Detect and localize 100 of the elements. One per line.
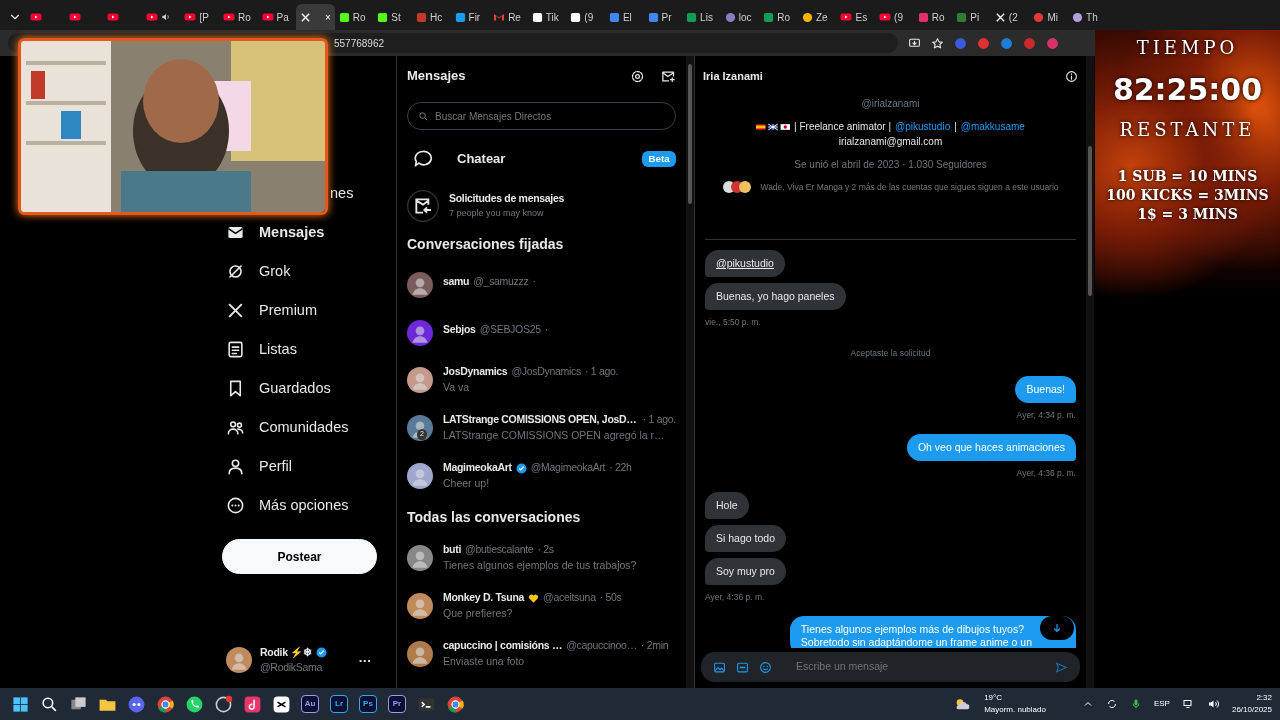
app-tile[interactable]: Au: [301, 695, 319, 713]
search-icon[interactable]: [39, 694, 59, 714]
contact-name: JosDynamics: [443, 364, 508, 380]
browser-tab[interactable]: (9: [566, 4, 605, 30]
editor-icon[interactable]: [271, 694, 291, 714]
browser-tab[interactable]: Pi: [952, 4, 991, 30]
browser-tab[interactable]: Pr: [643, 4, 683, 30]
browser-tab[interactable]: Fir: [450, 4, 490, 30]
composer-bar[interactable]: Escribe un mensaje: [701, 652, 1080, 682]
message-preview: Cheer up!: [443, 476, 491, 491]
nav-item[interactable]: Listas: [200, 330, 396, 369]
browser-tab[interactable]: Ro: [759, 4, 798, 30]
browser-tab[interactable]: ×: [296, 4, 335, 30]
message-input[interactable]: Escribe un mensaje: [794, 658, 1045, 676]
browser-tab[interactable]: Lis: [682, 4, 721, 30]
conversation-row[interactable]: Sebjos @SEBJOS25 ·: [407, 308, 676, 356]
browser-tab[interactable]: Ro: [913, 4, 953, 30]
browser-icon[interactable]: [155, 694, 175, 714]
nav-item[interactable]: Grok: [200, 252, 396, 291]
app-tile[interactable]: Lr: [330, 695, 348, 713]
chat-row[interactable]: Chatear Beta: [407, 134, 676, 184]
nav-item[interactable]: Perfil: [200, 447, 396, 486]
post-button[interactable]: Postear: [222, 539, 377, 574]
windows-icon[interactable]: [10, 694, 30, 714]
conversation-row[interactable]: samu @_samuzzz ·: [407, 260, 676, 308]
browser-tab[interactable]: St: [373, 4, 412, 30]
search-field[interactable]: Buscar Mensajes Directos: [433, 107, 665, 125]
conversation-row[interactable]: Monkey D. Tsuna @aceitsuna · 50s Que prefieres?: [407, 582, 676, 630]
mention-link[interactable]: @pikustudio: [716, 257, 774, 269]
play-icon: [840, 11, 853, 23]
image-icon[interactable]: [713, 660, 726, 674]
browser-tab[interactable]: loc: [720, 4, 760, 30]
extension-icon[interactable]: [954, 36, 967, 50]
language-indicator[interactable]: ESP: [1153, 698, 1170, 710]
message-requests-row[interactable]: Solicitudes de mensajes 7 people you may know: [407, 184, 676, 228]
scroll-down-button[interactable]: [1040, 616, 1074, 640]
emoji-icon[interactable]: [759, 660, 772, 674]
app-tile[interactable]: Pr: [388, 695, 406, 713]
nav-item[interactable]: nes: [330, 174, 354, 213]
extension-icon[interactable]: [1023, 36, 1036, 50]
join-info: Se unió el abril de 2023 · 1.030 Seguidores: [794, 158, 987, 172]
browser-tab[interactable]: Ro: [218, 4, 258, 30]
microphone-icon[interactable]: [1129, 698, 1142, 710]
nav-item[interactable]: Premium: [200, 291, 396, 330]
browser-tab[interactable]: Pa: [257, 4, 297, 30]
settings-icon[interactable]: [630, 68, 645, 84]
conversation-row[interactable]: JosDynamics @JosDynamics · 1 ago. Va va: [407, 356, 676, 404]
nav-item[interactable]: Guardados: [200, 369, 396, 408]
phone-app-icon[interactable]: [184, 694, 204, 714]
browser-tab[interactable]: Es: [836, 4, 876, 30]
network-icon[interactable]: [1181, 698, 1195, 710]
send-icon[interactable]: [1055, 660, 1068, 674]
profile-link[interactable]: @pikustudio: [895, 119, 951, 134]
sync-icon[interactable]: [1105, 698, 1118, 710]
browser-tab[interactable]: Re: [489, 4, 528, 30]
play-icon: [68, 11, 81, 23]
section-heading: Conversaciones fijadas: [407, 234, 565, 254]
tab-title: Ro: [777, 10, 791, 25]
browser-tab[interactable]: Ze: [797, 4, 837, 30]
nav-item[interactable]: Mensajes: [200, 213, 396, 252]
account-name: Rodik ⚡❄: [260, 644, 312, 660]
gif-icon[interactable]: [736, 660, 749, 674]
browser-tab[interactable]: Tik: [527, 4, 567, 30]
star-icon[interactable]: [931, 36, 944, 50]
browser-tab[interactable]: Ro: [334, 4, 374, 30]
browser-tab[interactable]: (9: [875, 4, 914, 30]
music-note-icon[interactable]: [242, 694, 262, 714]
browser-tab[interactable]: Hc: [411, 4, 451, 30]
browser-tab[interactable]: Th: [1068, 4, 1107, 30]
tab-title: [P: [199, 10, 209, 25]
volume-icon[interactable]: [1206, 698, 1220, 710]
nav-item[interactable]: Más opciones: [200, 486, 396, 525]
close-tab-button[interactable]: ×: [324, 9, 331, 25]
tab-title: Ze: [815, 10, 828, 25]
browser-tab[interactable]: (2: [990, 4, 1030, 30]
conversation-row[interactable]: capuccino | comisións … @capuccinoo… · 2min Enviaste una foto: [407, 630, 676, 678]
new-message-icon[interactable]: [661, 68, 676, 84]
clock-date[interactable]: 26/10/2025: [1231, 704, 1272, 716]
extension-icon[interactable]: [1046, 36, 1059, 50]
conversation-row[interactable]: buti @butiescalante · 2s Tienes algunos ejemplos de tus trabajos?: [407, 534, 676, 582]
app-tile[interactable]: Ps: [359, 695, 377, 713]
extension-icon[interactable]: [977, 36, 990, 50]
nav-item[interactable]: Comunidades: [200, 408, 396, 447]
tab-title: (2: [1008, 10, 1018, 25]
info-icon[interactable]: [1065, 69, 1078, 83]
browser-icon[interactable]: [445, 694, 465, 714]
timer-rule: 1 SUB = 10 MINS: [1117, 167, 1258, 186]
more-button[interactable]: ···: [358, 650, 372, 670]
record-icon[interactable]: [213, 694, 233, 714]
browser-tab[interactable]: El: [604, 4, 644, 30]
extension-icon[interactable]: [1000, 36, 1013, 50]
install-icon[interactable]: [908, 36, 921, 50]
countdown: 82:25:00: [1112, 71, 1263, 109]
profile-link[interactable]: @makkusame: [960, 119, 1025, 134]
browser-tab[interactable]: [P: [180, 4, 219, 30]
conversation-row[interactable]: MagimeokaArt @MagimeokaArt · 22h Cheer up!: [407, 452, 676, 500]
clock-time[interactable]: 2:32: [1231, 692, 1272, 704]
browser-tab[interactable]: Mi: [1029, 4, 1069, 30]
beta-badge: Beta: [642, 150, 676, 168]
message-bubble: Buenas, yo hago paneles: [705, 283, 846, 311]
